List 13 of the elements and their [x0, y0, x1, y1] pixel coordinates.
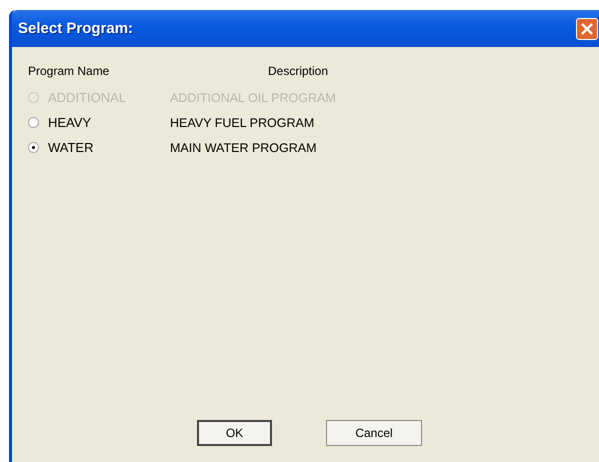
- dialog-button[interactable]: Cancel: [326, 420, 422, 446]
- column-header: Description: [268, 64, 328, 80]
- close-icon: [580, 22, 594, 36]
- radio-indicator[interactable]: [28, 142, 39, 153]
- program-description: HEAVY FUEL PROGRAM: [170, 116, 314, 130]
- close-button[interactable]: [576, 18, 598, 40]
- radio-option[interactable]: HEAVY: [28, 115, 170, 130]
- radio-indicator[interactable]: [28, 117, 39, 128]
- radio-option[interactable]: WATER: [28, 140, 170, 155]
- dialog-button[interactable]: OK: [197, 420, 272, 446]
- window-title: Select Program:: [18, 20, 134, 37]
- column-header: Program Name: [28, 64, 110, 80]
- program-description: MAIN WATER PROGRAM: [170, 140, 317, 154]
